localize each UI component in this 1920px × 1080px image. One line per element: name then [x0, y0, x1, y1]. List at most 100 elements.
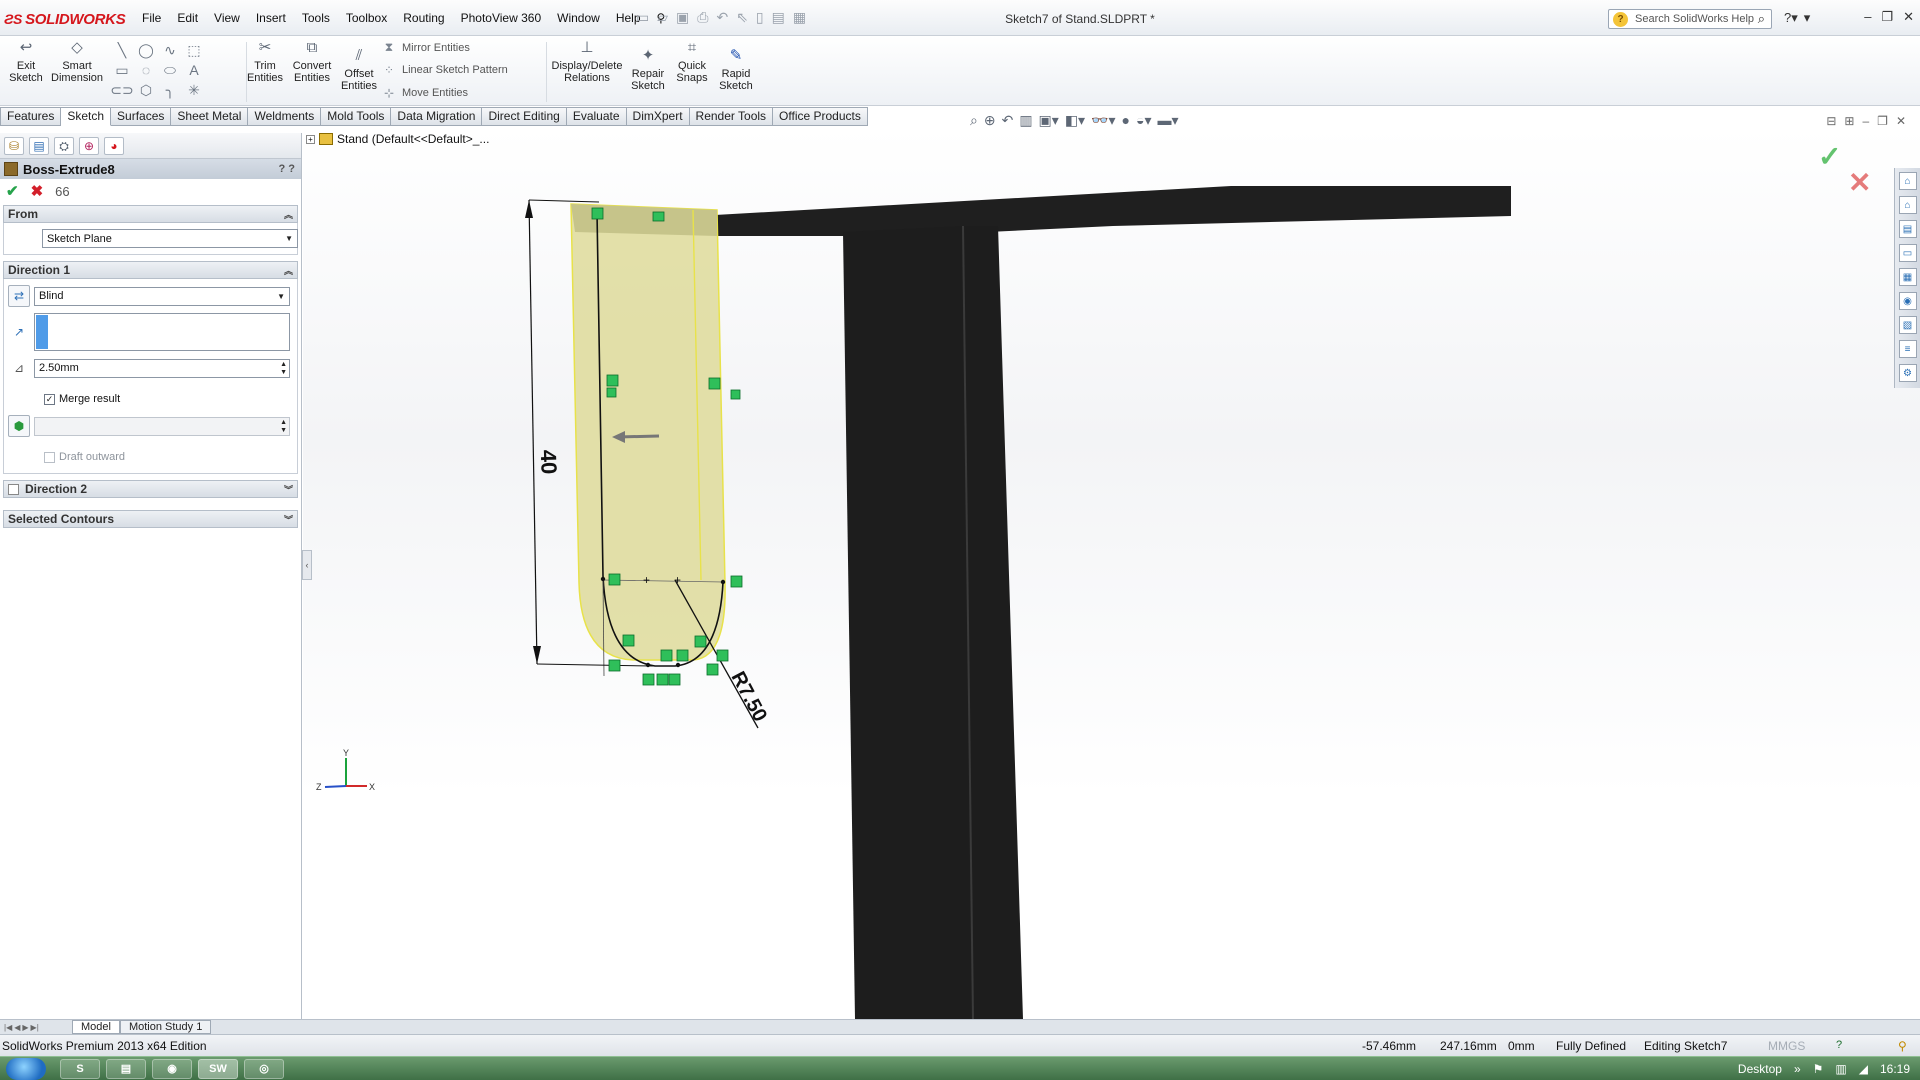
display-style-icon[interactable]: ◧▾: [1065, 112, 1085, 129]
circle-icon[interactable]: ◯: [134, 40, 158, 60]
dimension-height-label[interactable]: 40: [536, 449, 562, 474]
panel-splitter-handle[interactable]: ‹: [302, 550, 312, 580]
detailed-preview-icon[interactable]: 66: [55, 184, 69, 199]
from-group-header[interactable]: From ︽: [3, 205, 298, 223]
relation-badge[interactable]: [716, 649, 729, 662]
relation-badge[interactable]: [591, 207, 604, 220]
property-manager-icon[interactable]: ▤: [29, 137, 49, 155]
firefox-icon[interactable]: ◉: [152, 1059, 192, 1079]
cancel-icon[interactable]: ✖: [31, 182, 44, 200]
line-icon[interactable]: ╲: [110, 40, 134, 60]
relation-badge[interactable]: [656, 673, 669, 686]
fillet-icon[interactable]: ╮: [158, 80, 182, 100]
relation-badge[interactable]: [668, 673, 681, 686]
appearances-icon[interactable]: ◉: [1898, 292, 1917, 310]
volume-icon[interactable]: ◢: [1859, 1062, 1868, 1076]
network-icon[interactable]: ▥: [1835, 1062, 1846, 1076]
mirror-entities-button[interactable]: ⧗ Mirror Entities: [382, 40, 470, 55]
home-icon[interactable]: ⌂: [1898, 196, 1917, 214]
slot-icon[interactable]: ⊂⊃: [110, 80, 134, 100]
direction2-group-header[interactable]: Direction 2 ︾: [3, 480, 298, 498]
move-entities-button[interactable]: ⊹ Move Entities: [382, 86, 468, 100]
close-icon[interactable]: ✕: [1903, 9, 1914, 25]
configuration-manager-icon[interactable]: ⛭: [54, 137, 74, 155]
relation-badge[interactable]: [660, 649, 673, 662]
ellipse-icon[interactable]: ⬭: [158, 60, 182, 80]
apply-scene-icon[interactable]: ◒▾: [1136, 112, 1151, 129]
rectangle-icon[interactable]: ▭: [110, 60, 134, 80]
text-icon[interactable]: A: [182, 60, 206, 80]
exit-sketch-button[interactable]: ↩ Exit Sketch: [6, 38, 46, 84]
tab-motion-study[interactable]: Motion Study 1: [119, 1020, 212, 1034]
magnifier-icon[interactable]: ⌕: [1758, 11, 1765, 27]
repair-sketch-button[interactable]: ✦ Repair Sketch: [628, 46, 668, 92]
relation-badge[interactable]: [642, 673, 655, 686]
tab-surfaces[interactable]: Surfaces: [111, 107, 172, 126]
relation-badge[interactable]: [652, 211, 665, 222]
graphics-area[interactable]: 40 R7.50 + + Y X Z: [303, 128, 1920, 1019]
app-icon[interactable]: ◎: [244, 1059, 284, 1079]
direction1-group-header[interactable]: Direction 1 ︽: [3, 261, 298, 279]
viewport-tile-icon[interactable]: ⊟: [1826, 114, 1836, 128]
rapid-sketch-button[interactable]: ✎ Rapid Sketch: [716, 46, 756, 92]
clock[interactable]: 16:19: [1880, 1062, 1910, 1076]
smart-dim-small-icon[interactable]: ⬚: [182, 40, 206, 60]
direction2-checkbox[interactable]: [8, 483, 19, 495]
sketch-point[interactable]: [600, 576, 606, 582]
notification-icon[interactable]: ⚲: [1898, 1039, 1907, 1053]
resources-icon[interactable]: ⌂: [1898, 172, 1917, 190]
draft-outward-checkbox[interactable]: [44, 451, 55, 463]
display-manager-icon[interactable]: ◕: [104, 137, 124, 155]
merge-result-checkbox[interactable]: ✓: [44, 393, 55, 405]
relation-badge[interactable]: [676, 649, 689, 662]
desktop-toolbar-label[interactable]: Desktop: [1738, 1062, 1782, 1076]
tab-mold-tools[interactable]: Mold Tools: [321, 107, 392, 126]
zoom-to-area-icon[interactable]: ⊕: [984, 112, 996, 129]
feature-tree-flyout[interactable]: + Stand (Default<<Default>_...: [306, 132, 489, 146]
draft-angle-input[interactable]: ▲ ▼: [34, 416, 290, 436]
tab-model[interactable]: Model: [72, 1020, 120, 1034]
zoom-to-fit-icon[interactable]: ⌕: [970, 112, 978, 129]
spinner-arrows-icon[interactable]: ▲ ▼: [280, 419, 287, 435]
relation-badge[interactable]: [706, 663, 719, 676]
units-selector[interactable]: MMGS: [1768, 1039, 1805, 1053]
restore-icon[interactable]: ❐: [1881, 9, 1893, 25]
feature-tree-root[interactable]: Stand (Default<<Default>_...: [337, 132, 489, 146]
relation-badge[interactable]: [730, 389, 741, 400]
viewport-restore-icon[interactable]: ❐: [1877, 114, 1888, 128]
expand-chevron-icon[interactable]: ︾: [284, 513, 293, 526]
tab-weldments[interactable]: Weldments: [248, 107, 322, 126]
trim-entities-button[interactable]: ✂ Trim Entities: [246, 38, 284, 84]
tab-sheet-metal[interactable]: Sheet Metal: [171, 107, 249, 126]
tray-flag-icon[interactable]: ⚑: [1813, 1062, 1824, 1076]
display-delete-relations-button[interactable]: ⊥ Display/Delete Relations: [550, 38, 624, 84]
expand-icon[interactable]: +: [306, 134, 315, 144]
help-icon[interactable]: ? ?: [279, 163, 296, 175]
view-orientation-icon[interactable]: ▣▾: [1039, 112, 1059, 129]
spinner-arrows-icon[interactable]: ▲ ▼: [280, 361, 287, 377]
dimxpert-manager-icon[interactable]: ⊕: [79, 137, 99, 155]
expand-chevron-icon[interactable]: ︾: [284, 483, 293, 496]
draft-icon[interactable]: ⬢: [8, 415, 30, 437]
sketch-point[interactable]: [645, 662, 651, 668]
view-settings-icon[interactable]: ▬▾: [1158, 112, 1179, 129]
relation-badge[interactable]: [622, 634, 635, 647]
minimize-icon[interactable]: –: [1864, 9, 1871, 25]
sustainability-icon[interactable]: ⚙: [1898, 364, 1917, 382]
rebuild-status-icon[interactable]: ?: [1836, 1039, 1842, 1051]
previous-view-icon[interactable]: ↶: [1002, 112, 1014, 129]
relation-badge[interactable]: [606, 387, 617, 398]
polygon-icon[interactable]: ⬡: [134, 80, 158, 100]
relation-badge[interactable]: [608, 573, 621, 586]
collapse-chevron-icon[interactable]: ︽: [284, 264, 293, 277]
design-library-icon[interactable]: ▤: [1898, 220, 1917, 238]
tab-dimxpert[interactable]: DimXpert: [626, 107, 690, 126]
relation-badge[interactable]: [708, 377, 721, 390]
spline-icon[interactable]: ∿: [158, 40, 182, 60]
prev-tab-icon[interactable]: ◀: [14, 1023, 20, 1032]
file-explorer-icon[interactable]: ▭: [1898, 244, 1917, 262]
tab-sketch[interactable]: Sketch: [61, 107, 112, 126]
tab-direct-editing[interactable]: Direct Editing: [482, 107, 567, 126]
draft-outward-row[interactable]: Draft outward: [44, 451, 293, 463]
help-dropdown-icon[interactable]: ?▾: [1784, 10, 1798, 26]
